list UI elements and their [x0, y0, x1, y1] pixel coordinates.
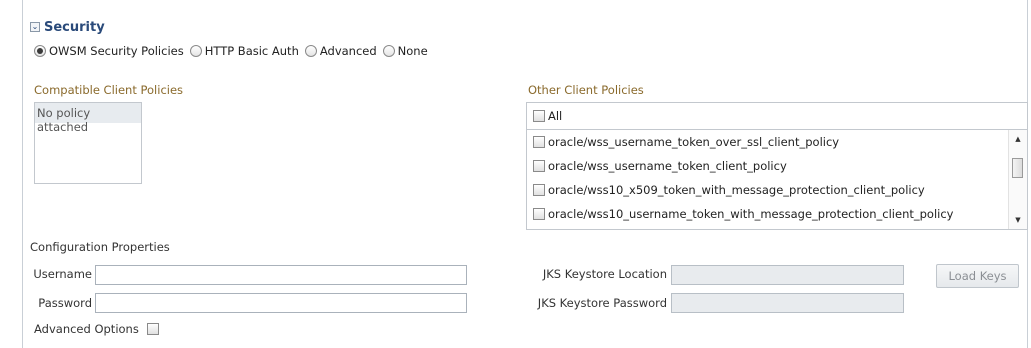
radio-none-label[interactable]: None — [398, 44, 428, 58]
other-policies-title: Other Client Policies — [528, 83, 644, 97]
username-input[interactable] — [95, 265, 467, 285]
radio-http-basic-label[interactable]: HTTP Basic Auth — [205, 44, 299, 58]
advanced-options-checkbox[interactable] — [146, 323, 159, 335]
load-keys-button[interactable]: Load Keys — [936, 264, 1019, 288]
select-all-label: All — [548, 109, 563, 123]
radio-owsm[interactable] — [34, 45, 46, 57]
policy-list-scrollbar[interactable]: ▲ ▼ — [1008, 130, 1027, 229]
collapse-chevron-icon[interactable]: ⌄ — [30, 22, 40, 32]
auth-type-radio-group: OWSM Security Policies HTTP Basic Auth A… — [34, 43, 434, 59]
policy-checkbox[interactable] — [533, 208, 545, 220]
section-header[interactable]: ⌄ Security — [30, 19, 105, 35]
scroll-down-arrow-icon[interactable]: ▼ — [1009, 213, 1027, 227]
compatible-policies-list[interactable]: No policy attached — [34, 102, 142, 184]
select-all-checkbox[interactable] — [533, 110, 545, 122]
other-policies-list: All oracle/wss_username_token_over_ssl_c… — [526, 102, 1028, 230]
compatible-policies-title: Compatible Client Policies — [34, 83, 184, 97]
policy-label: oracle/wss_username_token_client_policy — [548, 159, 787, 173]
advanced-options-row: Advanced Options — [34, 321, 162, 337]
password-label: Password — [38, 296, 92, 310]
section-title: Security — [44, 19, 105, 35]
radio-advanced[interactable] — [304, 45, 317, 57]
policy-label: oracle/wss10_x509_token_with_message_pro… — [548, 183, 925, 197]
list-item[interactable]: oracle/wss_username_token_client_policy — [527, 154, 1009, 178]
radio-advanced-label[interactable]: Advanced — [320, 44, 377, 58]
policy-list-body: oracle/wss_username_token_over_ssl_clien… — [527, 130, 1009, 229]
list-item[interactable]: oracle/wss10_x509_token_with_message_pro… — [527, 178, 1009, 202]
list-item[interactable]: No policy attached — [35, 103, 141, 134]
list-item[interactable]: oracle/wss_username_token_over_ssl_clien… — [527, 130, 1009, 154]
policy-checkbox[interactable] — [533, 136, 545, 148]
config-properties-title: Configuration Properties — [30, 240, 170, 254]
select-all-row[interactable]: All — [527, 103, 1027, 130]
jks-password-input[interactable] — [671, 293, 904, 313]
scroll-up-arrow-icon[interactable]: ▲ — [1009, 132, 1027, 146]
jks-location-input[interactable] — [671, 265, 904, 285]
policy-label: oracle/wss10_username_token_with_message… — [548, 207, 954, 221]
policy-checkbox[interactable] — [533, 184, 545, 196]
password-input[interactable] — [95, 293, 467, 313]
jks-location-label: JKS Keystore Location — [542, 267, 667, 281]
advanced-options-label: Advanced Options — [34, 322, 139, 336]
radio-none[interactable] — [382, 45, 395, 57]
radio-http-basic[interactable] — [189, 45, 202, 57]
jks-password-label: JKS Keystore Password — [537, 296, 667, 310]
radio-owsm-label[interactable]: OWSM Security Policies — [49, 44, 184, 58]
username-label: Username — [33, 267, 92, 281]
scroll-thumb[interactable] — [1012, 158, 1023, 178]
list-item[interactable]: oracle/wss10_username_token_with_message… — [527, 202, 1009, 226]
policy-checkbox[interactable] — [533, 160, 545, 172]
policy-label: oracle/wss_username_token_over_ssl_clien… — [548, 135, 840, 149]
